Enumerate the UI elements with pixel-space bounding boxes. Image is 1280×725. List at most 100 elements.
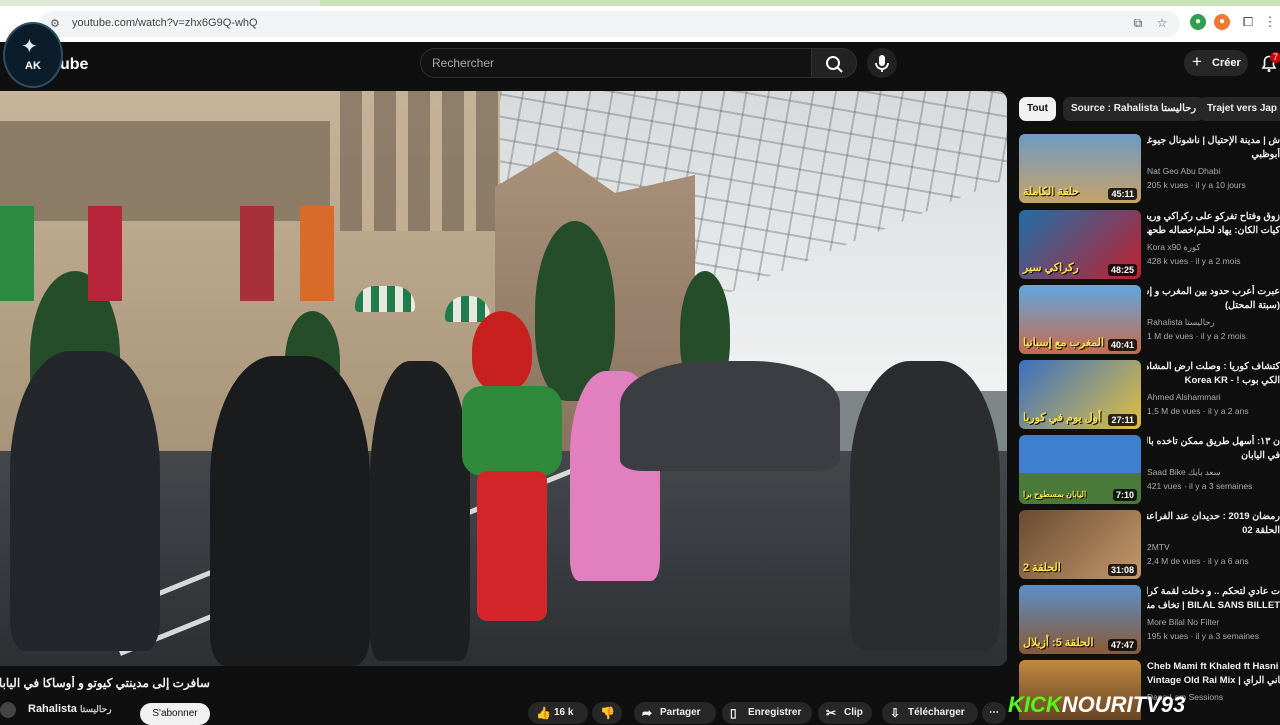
video-thumbnail[interactable]: حلقة الكاملة 45:11 [1019, 134, 1141, 203]
cast-icon[interactable]: ⧉ [1130, 16, 1146, 32]
video-thumbnail[interactable]: الحلقة 2 31:08 [1019, 510, 1141, 579]
dislike-button[interactable]: 👎 [592, 702, 622, 724]
video-title[interactable]: ن ١٣: أسهل طريق ممكن تاخده بالبسكلفي الي… [1147, 435, 1280, 465]
person [210, 356, 370, 666]
channel-name[interactable]: Kora x90 كورة [1147, 242, 1200, 253]
video-title[interactable]: زوق وفتاح تفركو على ركراكي وريحنا كيات ال… [1147, 210, 1280, 240]
streamer-name: NOURITV93 [1061, 692, 1186, 717]
crowd [620, 361, 840, 471]
chip-trip-japan[interactable]: Trajet vers Jap [1199, 97, 1280, 121]
filter-chips: Tout Source : Rahalista رحاليستا Trajet … [1019, 97, 1280, 121]
create-label: Créer [1212, 57, 1241, 69]
recommendation-item[interactable]: الحلقة 2 31:08 رمضان 2019 : حديدان عند ا… [1019, 510, 1280, 580]
person [850, 361, 1000, 651]
youtube-header: ube + Créer 7 [0, 42, 1280, 90]
eagle-icon: ✦ [21, 36, 38, 58]
clip-button[interactable]: ✂ Clip [818, 702, 872, 724]
channel-name[interactable]: Rahalista رحاليستا [28, 703, 112, 715]
video-thumbnail[interactable]: ركراكي سير 48:25 [1019, 210, 1141, 279]
channel-name[interactable]: More Bilal No Filter [1147, 617, 1219, 627]
video-title[interactable]: عبرت أعرب حدود بين المغرب و إسبانيا(سبتة… [1147, 285, 1280, 315]
download-button[interactable]: ⇩ Télécharger [882, 702, 978, 724]
video-title: سافرت إلى مدينتي كيوتو و أوساكا في الياب… [0, 676, 210, 690]
create-button[interactable]: + Créer [1184, 50, 1248, 76]
channel-name-text: Rahalista [28, 703, 77, 715]
banner-flag [88, 206, 122, 301]
duration-badge: 7:10 [1112, 489, 1137, 501]
channel-name[interactable]: 2MTV [1147, 542, 1170, 552]
browser-toolbar: ⚙ youtube.com/watch?v=zhx6G9Q-whQ ⧉ ☆ ● … [0, 0, 1280, 42]
video-thumbnail[interactable]: أول يوم في كوريا 27:11 [1019, 360, 1141, 429]
chip-source[interactable]: Source : Rahalista رحاليستا [1063, 97, 1205, 121]
recommendation-item[interactable]: المغرب مع إسبانيا 40:41 عبرت أعرب حدود ب… [1019, 285, 1280, 355]
tab-strip [0, 0, 1280, 6]
share-button[interactable]: ➦ Partager [634, 702, 716, 724]
extension-icon[interactable]: ● [1190, 14, 1206, 30]
url-text[interactable]: youtube.com/watch?v=zhx6G9Q-whQ [72, 17, 258, 29]
duration-badge: 40:41 [1107, 339, 1137, 351]
duration-badge: 48:25 [1107, 264, 1137, 276]
kick-logo: KICK [1008, 692, 1062, 717]
channel-name[interactable]: Nat Geo Abu Dhabi [1147, 166, 1220, 176]
video-meta: 1 M de vues · il y a 2 mois [1147, 331, 1246, 341]
recommendation-item[interactable]: أول يوم في كوريا 27:11 كتشاف كوريا : وصل… [1019, 360, 1280, 430]
duration-badge: 27:11 [1108, 414, 1137, 426]
channel-name[interactable]: Saad Bike سعد بايك [1147, 467, 1221, 478]
channel-name-ar: رحاليستا [79, 704, 112, 714]
awning [355, 286, 415, 312]
streamer-logo-text: AK [25, 60, 41, 72]
recommendation-item[interactable]: اليابان بمسطوح برا 7:10 ن ١٣: أسهل طريق … [1019, 435, 1280, 505]
duration-badge: 47:47 [1107, 639, 1137, 651]
video-meta: 428 k vues · il y a 2 mois [1147, 256, 1241, 266]
video-title[interactable]: Cheb Mami ft Khaled ft Hasni Vintage Old … [1147, 660, 1280, 690]
search-button[interactable] [811, 48, 857, 78]
bookmark-icon: ▯ [730, 706, 737, 720]
microphone-icon [875, 55, 889, 72]
video-meta: 421 vues · il y a 3 semaines [1147, 481, 1253, 491]
recommendation-item[interactable]: الحلقة 5: أزيلال 47:47 ت عادي لتحكم .. و… [1019, 585, 1280, 655]
search-icon [826, 56, 843, 73]
subscribe-button[interactable]: S'abonner [140, 703, 210, 725]
download-icon: ⇩ [890, 706, 901, 720]
more-horizontal-icon: ⋯ [989, 707, 999, 718]
voice-search-button[interactable] [867, 48, 897, 78]
extensions-puzzle-icon[interactable]: ⧠ [1240, 14, 1256, 30]
video-title[interactable]: كتشاف كوريا : وصلت ارض المشاهير والكي بو… [1147, 360, 1280, 390]
video-title[interactable]: رمضان 2019 : حديدان عند الفراعنة -الحلقة… [1147, 510, 1280, 540]
banner-flag [300, 206, 334, 301]
thumbs-up-icon: 👍 [536, 706, 551, 720]
channel-avatar[interactable] [0, 702, 16, 718]
video-title[interactable]: ش | مدينة الإحتيال | ناشونال جيوغرافيكأب… [1147, 134, 1280, 164]
banner-flag [0, 206, 34, 301]
duration-badge: 45:11 [1108, 188, 1137, 200]
like-button[interactable]: 👍 16 k [528, 702, 588, 724]
channel-name[interactable]: Rahalista رحاليستا [1147, 317, 1215, 328]
channel-name[interactable]: Ahmed Alshammari [1147, 392, 1221, 402]
plus-icon: + [1192, 52, 1202, 71]
notification-badge: 7 [1270, 52, 1280, 63]
person [10, 351, 160, 651]
search-input[interactable] [421, 49, 781, 77]
more-actions-button[interactable]: ⋯ [982, 702, 1006, 724]
streamer-logo: ✦ AK [3, 22, 63, 88]
person [370, 361, 470, 661]
menu-kebab-icon[interactable]: ⋮ [1262, 14, 1278, 30]
youtube-logo[interactable]: ube [60, 56, 88, 74]
search-box[interactable] [420, 48, 812, 78]
recommendation-item[interactable]: حلقة الكاملة 45:11 ش | مدينة الإحتيال | … [1019, 134, 1280, 204]
scissors-icon: ✂ [826, 706, 837, 720]
video-title[interactable]: ت عادي لتحكم .. و دخلت لقمة كرانتي BILAL … [1147, 585, 1280, 615]
recommendation-item[interactable]: ركراكي سير 48:25 زوق وفتاح تفركو على ركر… [1019, 210, 1280, 280]
woody-woodpecker-mascot [462, 311, 567, 621]
notifications-button[interactable]: 7 [1258, 52, 1280, 74]
save-button[interactable]: ▯ Enregistrer [722, 702, 812, 724]
bookmark-star-icon[interactable]: ☆ [1154, 16, 1170, 32]
extension-icon[interactable]: ● [1214, 14, 1230, 30]
video-thumbnail[interactable]: الحلقة 5: أزيلال 47:47 [1019, 585, 1141, 654]
address-bar[interactable]: ⚙ youtube.com/watch?v=zhx6G9Q-whQ ⧉ ☆ [40, 11, 1180, 37]
video-thumbnail[interactable]: المغرب مع إسبانيا 40:41 [1019, 285, 1141, 354]
video-meta: 1,5 M de vues · il y a 2 ans [1147, 406, 1249, 416]
chip-all[interactable]: Tout [1019, 97, 1056, 121]
video-thumbnail[interactable]: اليابان بمسطوح برا 7:10 [1019, 435, 1141, 504]
video-player[interactable] [0, 91, 1007, 666]
